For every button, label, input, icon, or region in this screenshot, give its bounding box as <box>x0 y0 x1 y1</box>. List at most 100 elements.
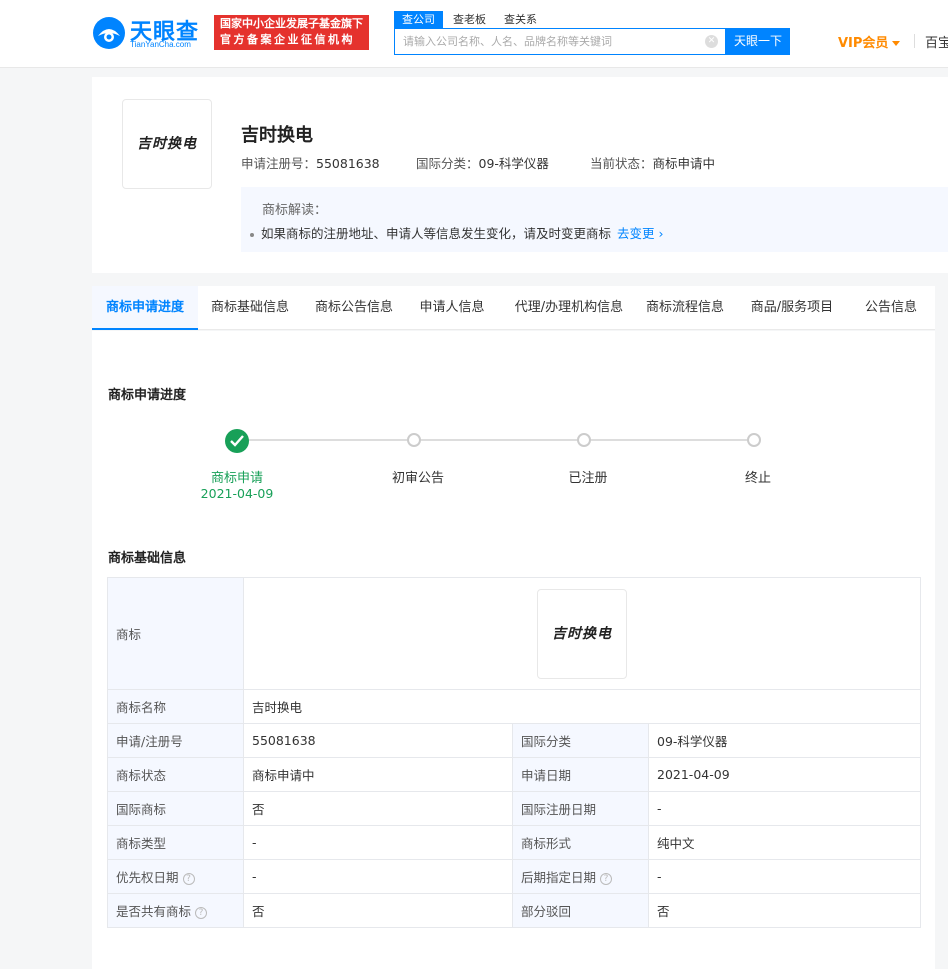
table-cell-value: 09-科学仪器 <box>647 723 922 758</box>
step-preliminary-dot <box>407 433 421 447</box>
tab-progress[interactable]: 商标申请进度 <box>92 286 198 330</box>
step-label-applied: 商标申请 <box>210 471 263 486</box>
table-cell-value: 否 <box>243 893 513 928</box>
tab-applicant[interactable]: 申请人信息 <box>406 286 498 330</box>
vip-menu[interactable]: VIP会员 <box>838 32 901 51</box>
class-value: 09-科学仪器 <box>478 156 549 171</box>
main-content: 商标申请进度 商标申请 2021-04-09 初审公告 已注册 终止 商标基础信… <box>92 331 935 969</box>
status-label: 当前状态： <box>590 156 653 171</box>
trademark-notice: 商标解读： 如果商标的注册地址、申请人等信息发生变化，请及时变更商标 去变更 › <box>241 187 948 252</box>
vip-label: VIP会员 <box>838 36 889 51</box>
table-cell-label: 国际分类 <box>512 723 649 758</box>
table-cell-label: 商标名称 <box>107 689 244 724</box>
table-row: 优先权日期? - 后期指定日期? - <box>107 859 922 894</box>
tab-goods-services[interactable]: 商品/服务项目 <box>740 286 844 330</box>
help-icon[interactable]: ? <box>195 906 208 919</box>
class-meta: 国际分类：09-科学仪器 <box>416 153 549 172</box>
table-row: 国际商标 否 国际注册日期 - <box>107 791 922 826</box>
help-icon[interactable]: ? <box>182 872 195 885</box>
table-cell-label: 部分驳回 <box>512 893 649 928</box>
table-cell-value: 否 <box>647 893 922 928</box>
table-cell-value: - <box>243 859 513 894</box>
trademark-logo: 吉时换电 <box>122 99 212 189</box>
change-link-label: 去变更 <box>617 226 655 241</box>
step-registered-dot <box>577 433 591 447</box>
table-row: 商标状态 商标申请中 申请日期 2021-04-09 <box>107 757 922 792</box>
table-cell-value: - <box>647 859 922 894</box>
search-tabs: 查公司 查老板 查关系 <box>394 11 547 29</box>
status-meta: 当前状态：商标申请中 <box>590 153 715 172</box>
table-cell-label: 商标类型 <box>107 825 244 860</box>
table-cell-label: 商标状态 <box>107 757 244 792</box>
notice-line: 如果商标的注册地址、申请人等信息发生变化，请及时变更商标 去变更 › <box>250 223 664 242</box>
tab-basic-info[interactable]: 商标基础信息 <box>198 286 302 330</box>
change-link[interactable]: 去变更 › <box>617 226 664 241</box>
table-cell-value: 55081638 <box>243 723 513 758</box>
trademark-image: 吉时换电 <box>537 588 628 679</box>
notice-heading: 商标解读： <box>262 203 328 218</box>
table-cell-label: 申请/注册号 <box>107 723 244 758</box>
priority-date-label: 优先权日期 <box>116 870 179 885</box>
table-cell-logo: 吉时换电 <box>242 577 922 690</box>
table-row: 申请/注册号 55081638 国际分类 09-科学仪器 <box>107 723 922 758</box>
caret-down-icon <box>892 41 901 46</box>
header-more-link[interactable]: 百宝 <box>925 32 948 51</box>
reg-no-meta: 申请注册号：55081638 <box>241 153 380 172</box>
bullet-dot <box>250 232 254 237</box>
trademark-title: 吉时换电 <box>241 125 313 146</box>
search-tab-boss[interactable]: 查老板 <box>445 11 494 28</box>
progress-section-title: 商标申请进度 <box>108 388 187 403</box>
step-label-preliminary: 初审公告 <box>391 471 444 486</box>
basic-info-table: 商标 吉时换电 商标名称 吉时换电 申请/注册号 55081638 国际分类 0… <box>107 577 922 928</box>
tab-agency[interactable]: 代理/办理机构信息 <box>498 286 640 330</box>
tab-announcement[interactable]: 商标公告信息 <box>302 286 406 330</box>
badge-line-1: 国家中小企业发展子基金旗下 <box>220 17 363 30</box>
step-label-terminated: 终止 <box>744 471 771 486</box>
help-icon[interactable]: ? <box>600 872 613 885</box>
detail-tabs: 商标申请进度 商标基础信息 商标公告信息 申请人信息 代理/办理机构信息 商标流… <box>92 286 935 330</box>
step-applied-check-icon <box>225 429 249 453</box>
shared-label: 是否共有商标 <box>116 904 192 919</box>
table-cell-value: - <box>647 791 922 826</box>
table-row: 商标 吉时换电 <box>107 577 922 690</box>
status-value: 商标申请中 <box>652 156 716 171</box>
table-cell-label: 国际注册日期 <box>512 791 649 826</box>
logo-eye-icon <box>93 17 125 49</box>
table-cell-label-with-help: 后期指定日期? <box>512 859 649 894</box>
reg-no-value: 55081638 <box>316 156 380 171</box>
table-cell-label: 商标形式 <box>512 825 649 860</box>
table-cell-value: 否 <box>243 791 513 826</box>
later-date-label: 后期指定日期 <box>521 870 597 885</box>
search-box: ✕ <box>394 28 726 55</box>
trademark-summary-card: 吉时换电 吉时换电 申请注册号：55081638 国际分类：09-科学仪器 当前… <box>92 77 948 273</box>
official-badge: 国家中小企业发展子基金旗下 官方备案企业征信机构 <box>214 15 369 50</box>
table-cell-value: 2021-04-09 <box>647 757 922 792</box>
table-cell-label-with-help: 是否共有商标? <box>107 893 244 928</box>
basic-info-section-title: 商标基础信息 <box>108 551 187 566</box>
notice-text: 如果商标的注册地址、申请人等信息发生变化，请及时变更商标 <box>261 226 612 241</box>
table-cell-value: - <box>243 825 513 860</box>
table-row: 商标类型 - 商标形式 纯中文 <box>107 825 922 860</box>
trademark-logo-text: 吉时换电 <box>137 136 197 152</box>
tab-notice[interactable]: 公告信息 <box>854 286 928 330</box>
search-tab-company[interactable]: 查公司 <box>394 11 443 28</box>
class-label: 国际分类： <box>416 156 479 171</box>
step-label-registered: 已注册 <box>568 471 608 486</box>
logo-subtext: TianYanCha.com <box>130 40 191 49</box>
tab-process[interactable]: 商标流程信息 <box>640 286 730 330</box>
search-tab-relation[interactable]: 查关系 <box>496 11 545 28</box>
table-cell-label: 国际商标 <box>107 791 244 826</box>
step-date-applied: 2021-04-09 <box>200 486 274 501</box>
table-cell-value: 纯中文 <box>647 825 922 860</box>
search-button[interactable]: 天眼一下 <box>726 28 790 55</box>
progress-track <box>237 439 754 441</box>
search-input[interactable] <box>395 29 695 54</box>
top-header: 天眼查 TianYanCha.com 国家中小企业发展子基金旗下 官方备案企业征… <box>0 0 948 68</box>
table-cell-label-with-help: 优先权日期? <box>107 859 244 894</box>
step-terminated-dot <box>747 433 761 447</box>
clear-icon[interactable]: ✕ <box>705 35 718 48</box>
header-divider <box>914 34 915 48</box>
tianyancha-logo[interactable]: 天眼查 TianYanCha.com <box>92 14 210 52</box>
table-cell-value: 商标申请中 <box>243 757 513 792</box>
reg-no-label: 申请注册号： <box>241 156 317 171</box>
